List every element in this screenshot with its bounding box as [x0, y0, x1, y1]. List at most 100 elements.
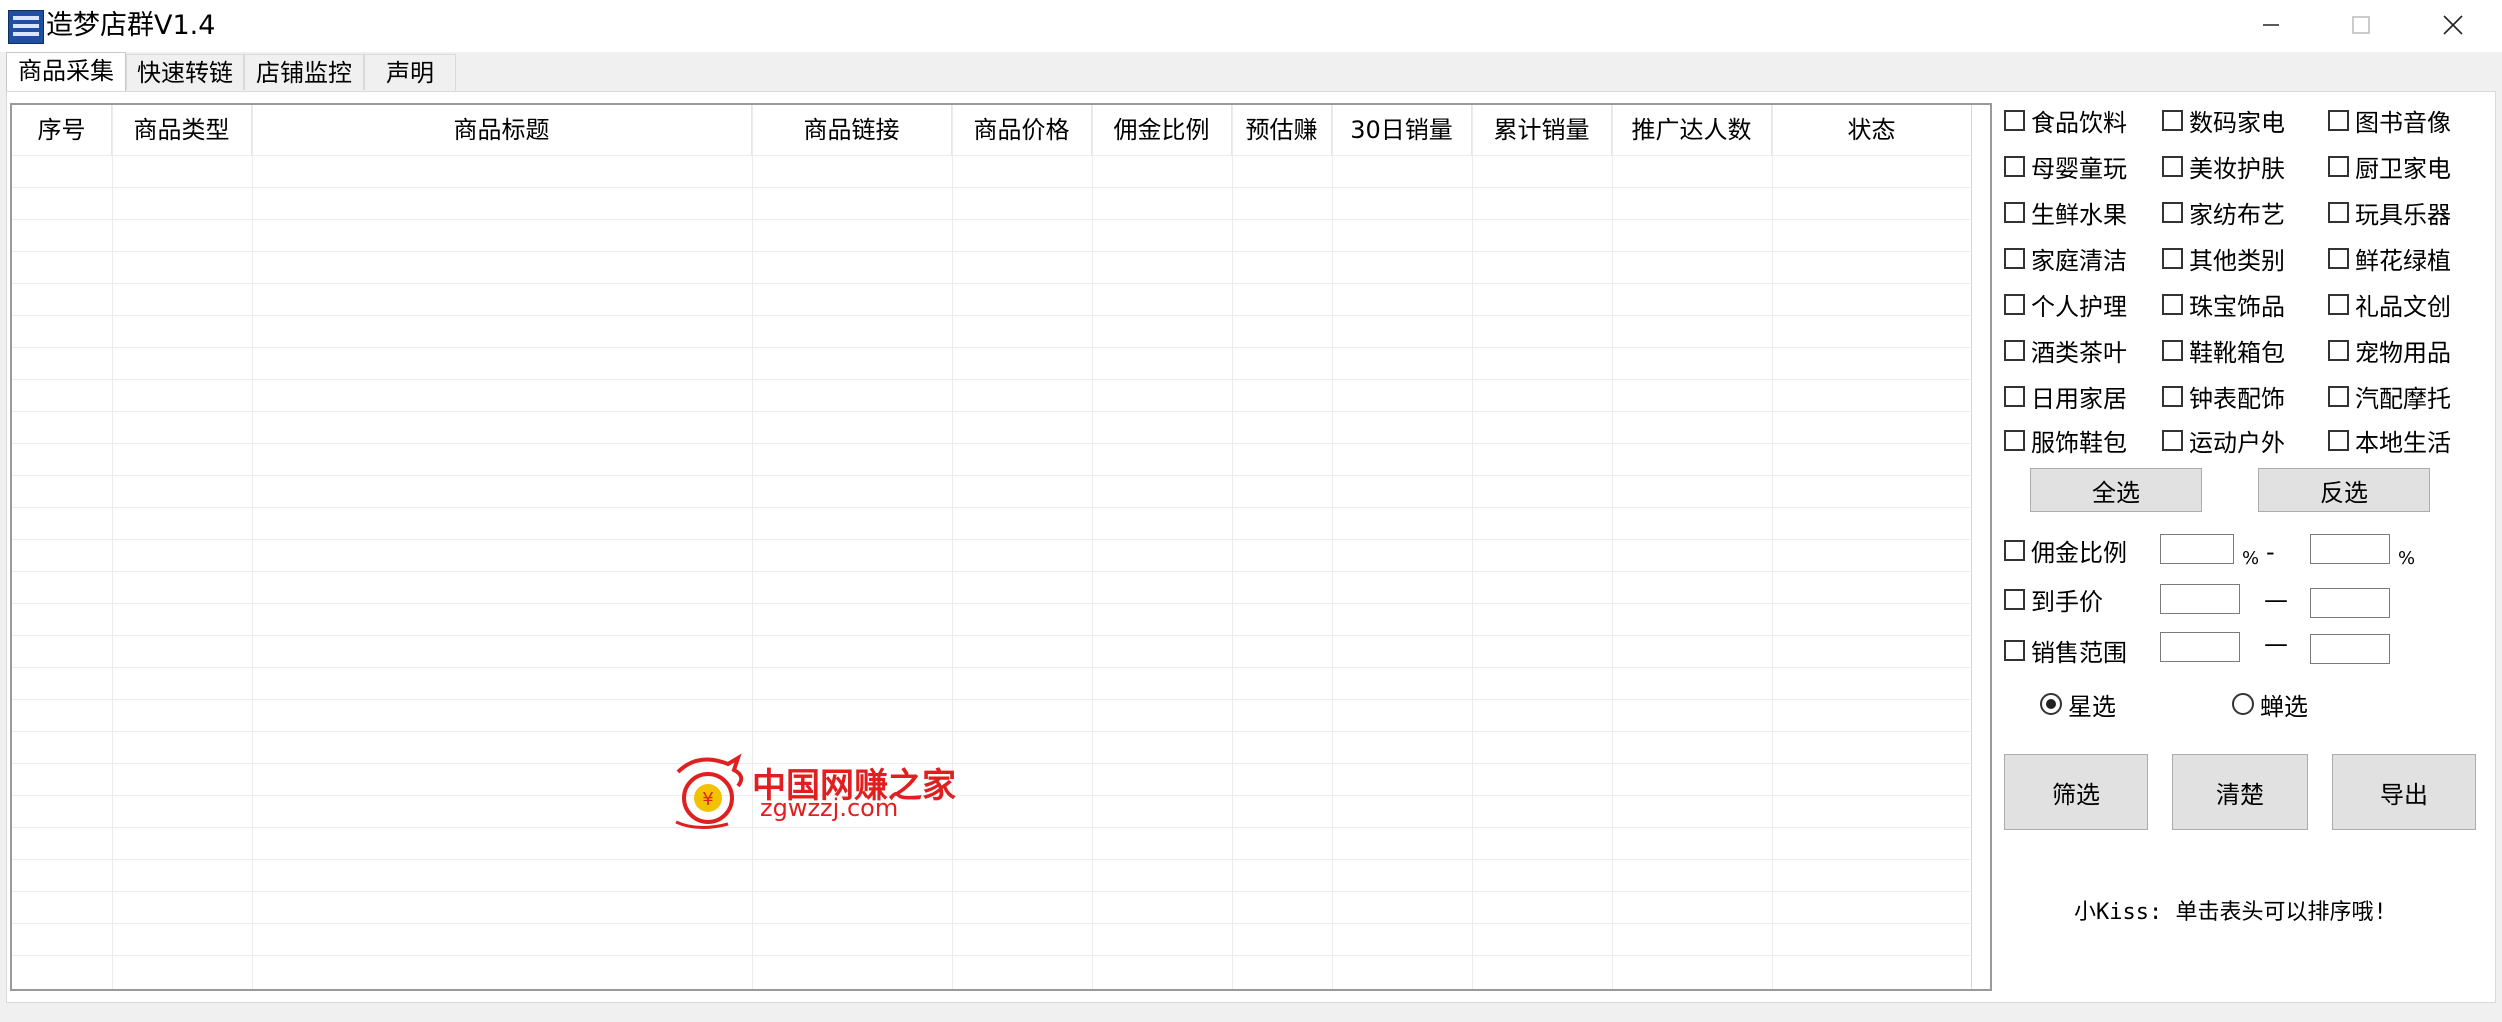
- category-checkbox[interactable]: 服饰鞋包: [2004, 424, 2127, 457]
- category-checkbox[interactable]: 鲜花绿植: [2328, 242, 2451, 275]
- category-label: 家庭清洁: [2031, 246, 2127, 275]
- category-label: 其他类别: [2189, 246, 2285, 275]
- export-button[interactable]: 导出: [2332, 754, 2476, 830]
- category-label: 运动户外: [2189, 428, 2285, 457]
- checkbox-icon: [2004, 155, 2025, 177]
- final-price-max-input[interactable]: [2310, 588, 2390, 618]
- percent-unit-min: %: [2242, 548, 2260, 569]
- category-checkbox[interactable]: 家庭清洁: [2004, 242, 2127, 275]
- category-checkbox[interactable]: 礼品文创: [2328, 288, 2451, 321]
- category-label: 数码家电: [2189, 108, 2285, 137]
- category-checkbox[interactable]: 珠宝饰品: [2162, 288, 2285, 321]
- category-label: 鞋靴箱包: [2189, 338, 2285, 367]
- column-header-title[interactable]: 商品标题: [252, 105, 752, 155]
- column-header-type[interactable]: 商品类型: [112, 105, 252, 155]
- final-price-range-separator: —: [2264, 586, 2288, 614]
- invert-selection-button[interactable]: 反选: [2258, 468, 2430, 512]
- svg-text:¥: ¥: [702, 789, 713, 810]
- radio-cicada-select-label: 蝉选: [2260, 692, 2308, 721]
- radio-checked-icon: [2040, 693, 2062, 715]
- tab-quick-convert[interactable]: 快速转链: [126, 54, 244, 90]
- final-price-filter-checkbox[interactable]: 到手价: [2004, 583, 2103, 616]
- category-checkbox[interactable]: 运动户外: [2162, 424, 2285, 457]
- column-header-total-sales[interactable]: 累计销量: [1472, 105, 1612, 155]
- category-label: 汽配摩托: [2355, 384, 2451, 413]
- category-checkbox[interactable]: 鞋靴箱包: [2162, 334, 2285, 367]
- category-checkbox[interactable]: 家纺布艺: [2162, 196, 2285, 229]
- maximize-button[interactable]: [2316, 2, 2406, 48]
- checkbox-icon: [2004, 588, 2025, 610]
- column-header-price[interactable]: 商品价格: [952, 105, 1092, 155]
- column-header-link[interactable]: 商品链接: [752, 105, 952, 155]
- checkbox-icon: [2162, 247, 2183, 269]
- category-checkbox[interactable]: 本地生活: [2328, 424, 2451, 457]
- category-checkbox[interactable]: 数码家电: [2162, 104, 2285, 137]
- commission-max-input[interactable]: [2310, 534, 2390, 564]
- commission-min-input[interactable]: [2160, 534, 2234, 564]
- radio-star-select-label: 星选: [2068, 692, 2116, 721]
- category-label: 服饰鞋包: [2031, 428, 2127, 457]
- commission-range-separator: -: [2266, 538, 2275, 566]
- clear-button[interactable]: 清楚: [2172, 754, 2308, 830]
- checkbox-icon: [2162, 155, 2183, 177]
- checkbox-icon: [2004, 201, 2025, 223]
- category-checkbox[interactable]: 个人护理: [2004, 288, 2127, 321]
- category-label: 食品饮料: [2031, 108, 2127, 137]
- select-all-button[interactable]: 全选: [2030, 468, 2202, 512]
- column-header-status[interactable]: 状态: [1772, 105, 1972, 155]
- category-checkbox[interactable]: 钟表配饰: [2162, 380, 2285, 413]
- checkbox-icon: [2004, 639, 2025, 661]
- sort-hint-text: 小Kiss: 单击表头可以排序哦!: [2074, 900, 2387, 925]
- radio-star-select[interactable]: 星选: [2040, 688, 2116, 721]
- category-checkbox[interactable]: 图书音像: [2328, 104, 2451, 137]
- filter-button[interactable]: 筛选: [2004, 754, 2148, 830]
- sales-range-filter-checkbox[interactable]: 销售范围: [2004, 634, 2127, 667]
- category-checkbox[interactable]: 酒类茶叶: [2004, 334, 2127, 367]
- close-button[interactable]: [2408, 2, 2498, 48]
- category-checkbox[interactable]: 食品饮料: [2004, 104, 2127, 137]
- checkbox-icon: [2328, 293, 2349, 315]
- category-checkbox[interactable]: 母婴童玩: [2004, 150, 2127, 183]
- category-label: 宠物用品: [2355, 338, 2451, 367]
- final-price-filter-label: 到手价: [2031, 587, 2103, 616]
- category-checkbox[interactable]: 生鲜水果: [2004, 196, 2127, 229]
- category-label: 母婴童玩: [2031, 154, 2127, 183]
- minimize-button[interactable]: [2226, 2, 2316, 48]
- column-header-30day-sales[interactable]: 30日销量: [1332, 105, 1472, 155]
- column-header-estimated-earn[interactable]: 预估赚: [1232, 105, 1332, 155]
- tab-statement[interactable]: 声明: [364, 54, 456, 90]
- category-checkbox[interactable]: 宠物用品: [2328, 334, 2451, 367]
- checkbox-icon: [2162, 201, 2183, 223]
- category-checkbox[interactable]: 玩具乐器: [2328, 196, 2451, 229]
- column-header-index[interactable]: 序号: [12, 105, 112, 155]
- column-header-commission[interactable]: 佣金比例: [1092, 105, 1232, 155]
- tab-product-collect[interactable]: 商品采集: [6, 52, 126, 92]
- product-table[interactable]: 序号 商品类型 商品标题 商品链接 商品价格 佣金比例 预估赚 30日销量 累计…: [10, 103, 1992, 991]
- table-header: 序号 商品类型 商品标题 商品链接 商品价格 佣金比例 预估赚 30日销量 累计…: [12, 105, 1990, 155]
- category-checkbox[interactable]: 厨卫家电: [2328, 150, 2451, 183]
- final-price-min-input[interactable]: [2160, 584, 2240, 614]
- category-checkbox[interactable]: 其他类别: [2162, 242, 2285, 275]
- checkbox-icon: [2162, 429, 2183, 451]
- sales-range-max-input[interactable]: [2310, 634, 2390, 664]
- radio-cicada-select[interactable]: 蝉选: [2232, 688, 2308, 721]
- tab-shop-monitor[interactable]: 店铺监控: [244, 54, 364, 90]
- category-label: 日用家居: [2031, 384, 2127, 413]
- category-checkbox[interactable]: 汽配摩托: [2328, 380, 2451, 413]
- column-header-promoter-count[interactable]: 推广达人数: [1612, 105, 1772, 155]
- checkbox-icon: [2328, 429, 2349, 451]
- sales-range-min-input[interactable]: [2160, 632, 2240, 662]
- category-label: 个人护理: [2031, 292, 2127, 321]
- category-checkbox[interactable]: 美妆护肤: [2162, 150, 2285, 183]
- checkbox-icon: [2004, 293, 2025, 315]
- commission-filter-label: 佣金比例: [2031, 538, 2127, 567]
- category-label: 酒类茶叶: [2031, 338, 2127, 367]
- category-checkbox[interactable]: 日用家居: [2004, 380, 2127, 413]
- checkbox-icon: [2328, 247, 2349, 269]
- checkbox-icon: [2004, 339, 2025, 361]
- table-scroll-strip[interactable]: [1971, 105, 1990, 989]
- sales-range-filter-label: 销售范围: [2031, 638, 2127, 667]
- dragon-logo-icon: ¥: [675, 753, 744, 829]
- commission-filter-checkbox[interactable]: 佣金比例: [2004, 534, 2127, 567]
- checkbox-icon: [2328, 201, 2349, 223]
